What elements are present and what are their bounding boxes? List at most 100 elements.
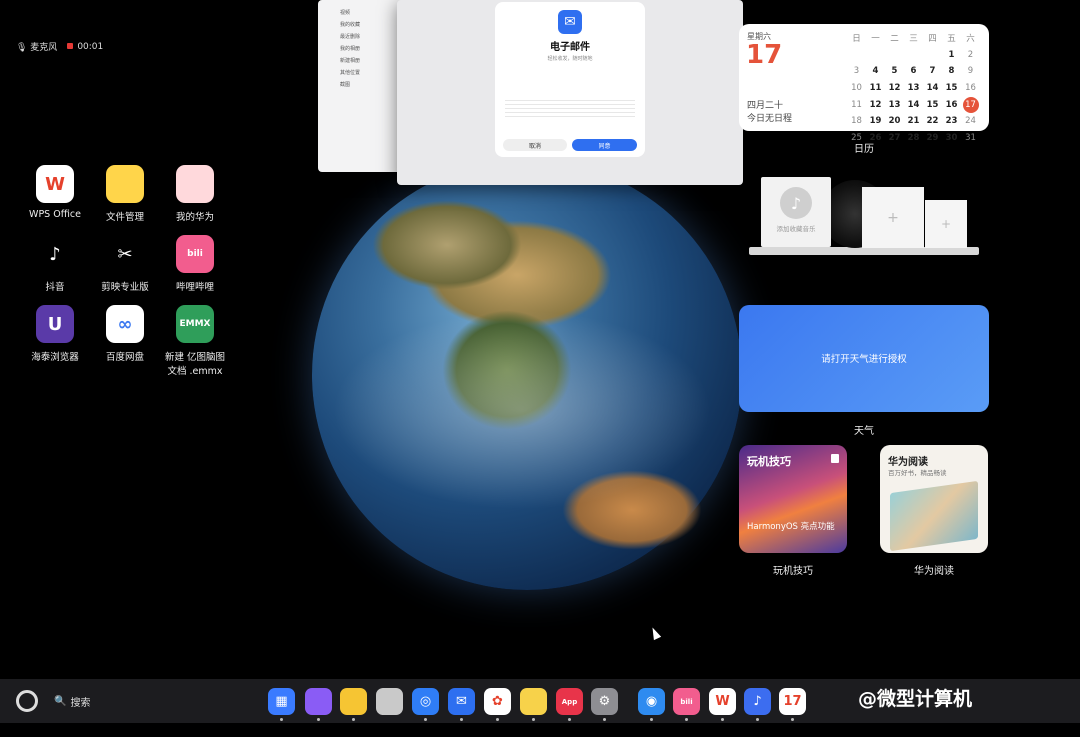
mic-status: 🎙 麦克风 <box>16 43 58 53</box>
desktop-icon-emmx-file[interactable]: EMMX 新建 亿图脑图 文档 .emmx <box>160 305 230 377</box>
calendar-date[interactable]: 19 <box>868 113 884 129</box>
music-widget[interactable]: ♪ 添加收藏音乐 + + <box>749 175 979 257</box>
cancel-button[interactable]: 取消 <box>503 139 567 151</box>
tips-widget[interactable]: 玩机技巧 HarmonyOS 亮点功能 <box>739 445 847 553</box>
music-note-icon: ♪ <box>780 187 812 219</box>
calendar-date[interactable]: 7 <box>925 63 941 79</box>
mail-setup-dialog: ✉ 电子邮件 轻松收发，随时随地 取消 同意 <box>495 2 645 157</box>
browser-icon: U <box>36 305 74 343</box>
calendar-date[interactable]: 16 <box>963 80 979 96</box>
desktop-icon-label: 剪映专业版 <box>101 282 149 293</box>
weekday-header: 四 <box>928 34 937 45</box>
running-indicator <box>424 718 427 721</box>
album-cover[interactable]: ♪ 添加收藏音乐 <box>761 177 831 247</box>
desktop-icon-bilibili[interactable]: bili 哔哩哔哩 <box>160 235 230 293</box>
calendar-date[interactable]: 22 <box>925 113 941 129</box>
running-indicator <box>568 718 571 721</box>
calendar-date[interactable]: 23 <box>944 113 960 129</box>
multitask-icon[interactable] <box>305 688 332 715</box>
calendar-date[interactable]: 11 <box>868 80 884 96</box>
settings-icon[interactable]: ⚙ <box>591 688 618 715</box>
calendar-date[interactable]: 15 <box>944 80 960 96</box>
mail-icon[interactable]: ✉ <box>448 688 475 715</box>
appgallery-icon[interactable]: App <box>556 688 583 715</box>
add-slot-button-small[interactable]: + <box>925 200 967 248</box>
tips-title: 玩机技巧 <box>747 455 791 468</box>
browser-icon[interactable]: ◎ <box>412 688 439 715</box>
gallery-icon[interactable]: ✿ <box>484 688 511 715</box>
mail-title: 电子邮件 <box>550 42 590 53</box>
calendar-date[interactable]: 3 <box>849 63 865 79</box>
calendar-date[interactable]: 11 <box>849 97 865 113</box>
wps-icon[interactable]: W <box>709 688 736 715</box>
calendar-date[interactable]: 10 <box>849 80 865 96</box>
calendar-date[interactable]: 14 <box>925 80 941 96</box>
tips-subtitle: HarmonyOS 亮点功能 <box>747 522 835 532</box>
add-music-label: 添加收藏音乐 <box>776 225 816 233</box>
desktop-icon-douyin[interactable]: ♪ 抖音 <box>20 235 90 293</box>
calendar-date[interactable]: 21 <box>906 113 922 129</box>
reading-widget[interactable]: 华为阅读 百万好书，精品畅读 <box>880 445 988 553</box>
calendar-date[interactable] <box>887 47 903 63</box>
calendar-date[interactable]: 2 <box>963 47 979 63</box>
file-manager-icon[interactable]: ◉ <box>638 688 665 715</box>
calendar-date[interactable]: 12 <box>887 80 903 96</box>
reading-subtitle: 百万好书，精品畅读 <box>888 469 947 477</box>
running-indicator <box>496 718 499 721</box>
mouse-cursor-icon <box>648 625 662 641</box>
calendar-date[interactable]: 24 <box>963 113 979 129</box>
calendar-date[interactable]: 14 <box>906 97 922 113</box>
calendar-date[interactable]: 6 <box>906 63 922 79</box>
calendar-date[interactable]: 4 <box>868 63 884 79</box>
desktop-icon-label: 哔哩哔哩 <box>175 282 214 293</box>
calendar-widget[interactable]: 星期六 17 四月二十 今日无日程 日一二三四五六 1 2 3 4 5 6 7 8 9 10 11 12… <box>739 24 989 143</box>
desktop-icon-folder[interactable]: 文件管理 <box>90 165 160 223</box>
assistant-orb-icon[interactable] <box>16 690 38 712</box>
rec-time: 00:01 <box>67 42 103 52</box>
calendar-date[interactable]: 13 <box>887 97 903 113</box>
desktop-icon-label: 海泰浏览器 <box>31 352 79 363</box>
desktop-icon-wps[interactable]: W WPS Office <box>20 165 90 220</box>
trash-icon[interactable] <box>376 688 403 715</box>
add-slot-button[interactable]: + <box>862 187 924 248</box>
calendar-date[interactable]: 8 <box>944 63 960 79</box>
desktop-icon-myhuawei[interactable]: 我的华为 <box>160 165 230 223</box>
calendar-date[interactable]: 5 <box>887 63 903 79</box>
calendar-date[interactable]: 1 <box>944 47 960 63</box>
calendar-date[interactable]: 12 <box>868 97 884 113</box>
calendar-date[interactable]: 15 <box>925 97 941 113</box>
music-icon[interactable]: ♪ <box>744 688 771 715</box>
calendar-icon[interactable]: 17 <box>779 688 806 715</box>
running-indicator <box>721 718 724 721</box>
calendar-date[interactable]: 16 <box>944 97 960 113</box>
notes-icon[interactable] <box>340 688 367 715</box>
calendar-date[interactable]: 18 <box>849 113 865 129</box>
desktop-icon-browser[interactable]: U 海泰浏览器 <box>20 305 90 363</box>
mail-icon: ✉ <box>558 10 582 34</box>
calendar-date[interactable] <box>925 47 941 63</box>
calendar-date[interactable]: 20 <box>887 113 903 129</box>
calendar-date[interactable] <box>868 47 884 63</box>
agree-button[interactable]: 同意 <box>572 139 637 151</box>
tips-label: 玩机技巧 <box>773 566 813 577</box>
weather-widget[interactable]: 请打开天气进行授权 <box>739 305 989 412</box>
calendar-date[interactable] <box>906 47 922 63</box>
douyin-icon: ♪ <box>36 235 74 273</box>
bilibili-icon[interactable]: bili <box>673 688 700 715</box>
calendar-date[interactable] <box>849 47 865 63</box>
calendar-date[interactable]: 17 <box>962 96 979 113</box>
calendar-date[interactable]: 13 <box>906 80 922 96</box>
calendar-date[interactable]: 9 <box>963 63 979 79</box>
reading-label: 华为阅读 <box>914 566 954 577</box>
mail-subtitle: 轻松收发，随时随地 <box>547 56 593 62</box>
myhuawei-icon <box>176 165 214 203</box>
desktop-icon-capcut[interactable]: ✂ 剪映专业版 <box>90 235 160 293</box>
mail-app-window[interactable]: ✉ 电子邮件 轻松收发，随时随地 取消 同意 <box>397 0 743 185</box>
desktop-icon-label: 文件管理 <box>105 212 144 223</box>
app-center-icon[interactable]: ▦ <box>268 688 295 715</box>
desktop-icon-label: 新建 亿图脑图 文档 .emmx <box>164 352 226 377</box>
desktop-icon-baidu-pan[interactable]: ∞ 百度网盘 <box>90 305 160 363</box>
search-button[interactable]: 🔍 搜索 <box>54 694 90 709</box>
memo-icon[interactable] <box>520 688 547 715</box>
running-indicator <box>532 718 535 721</box>
